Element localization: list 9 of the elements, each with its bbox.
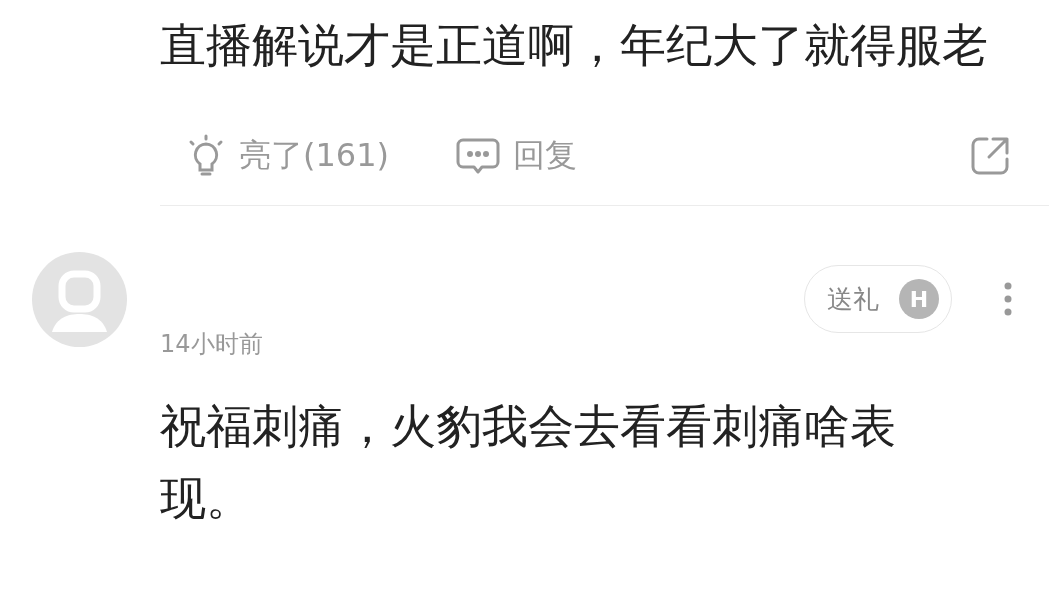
more-icon[interactable] — [1004, 282, 1012, 316]
comment-text: 直播解说才是正道啊，年纪大了就得服老 — [160, 17, 989, 74]
share-icon[interactable] — [969, 135, 1011, 177]
timestamp: 14小时前 — [160, 329, 264, 359]
reply-button[interactable]: 回复 — [455, 134, 578, 178]
like-button[interactable]: 亮了(161) — [185, 134, 390, 178]
gift-button[interactable]: 送礼 H — [804, 265, 952, 333]
speech-bubble-icon — [455, 136, 502, 176]
comment-text: 祝福刺痛，火豹我会去看看刺痛啥表现。 — [160, 398, 897, 527]
